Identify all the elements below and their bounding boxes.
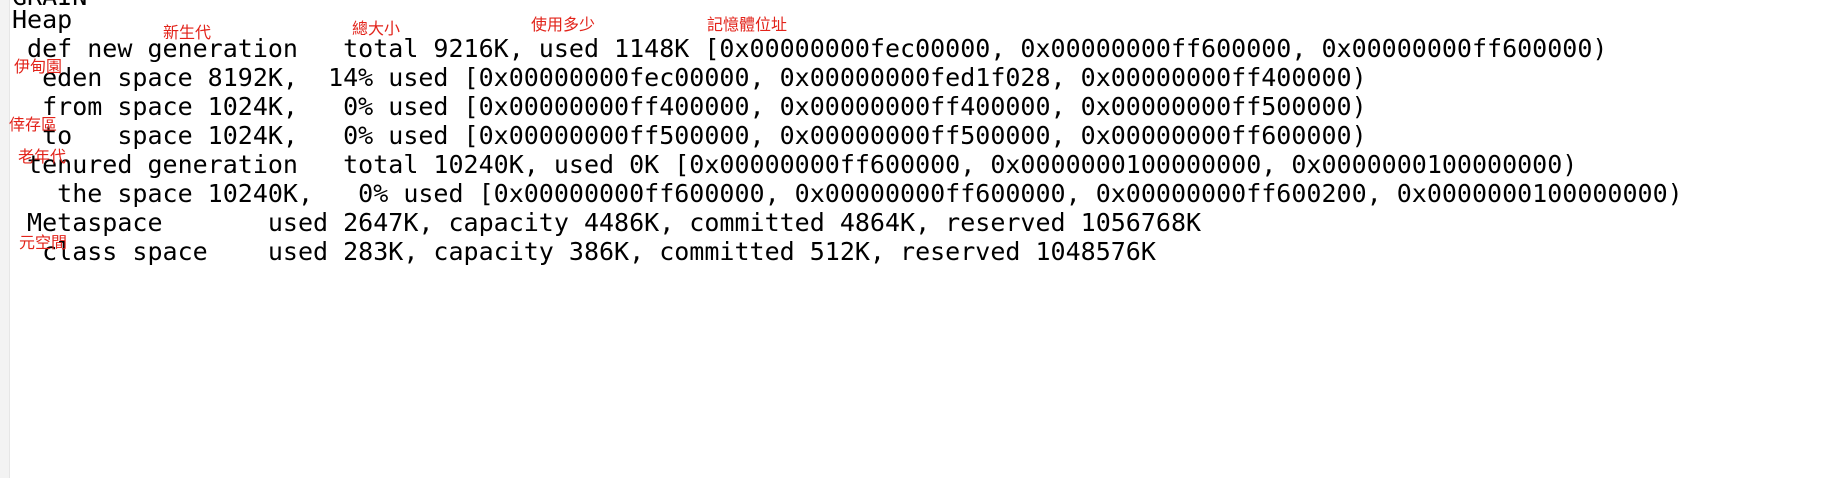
editor-gutter [0, 0, 10, 478]
annotation-metaspace: 元空間 [19, 233, 68, 252]
annotation-eden: 伊甸園 [14, 57, 63, 76]
annotation-used-amount: 使用多少 [531, 15, 596, 34]
annotation-young-generation: 新生代 [163, 23, 212, 42]
text-editor-view[interactable]: GRAIN Heap def new generation total 9216… [0, 0, 1830, 478]
annotation-survivor: 倖存區 [9, 115, 58, 134]
annotation-memory-address: 記憶體位址 [707, 15, 788, 34]
annotation-total-size: 總大小 [352, 19, 401, 38]
annotation-old-generation: 老年代 [18, 147, 67, 166]
log-line-class-space: class space used 283K, capacity 386K, co… [12, 237, 1156, 266]
